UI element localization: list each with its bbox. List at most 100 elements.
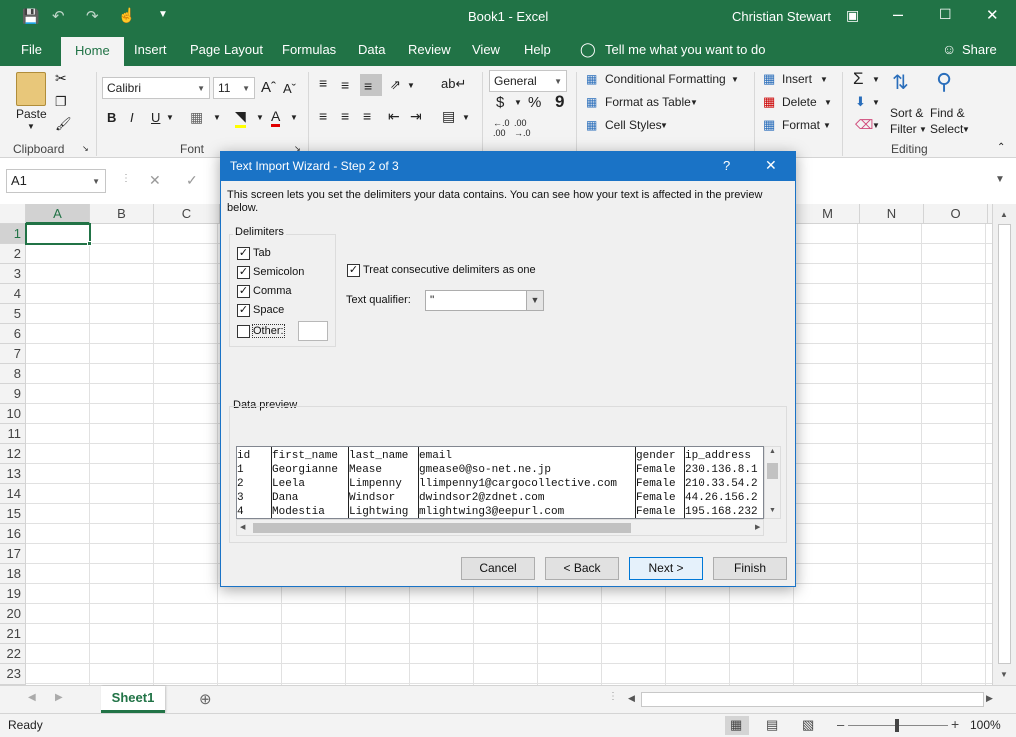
align-middle-icon[interactable]: ≡ [341,77,349,93]
row-header[interactable]: 14 [0,484,26,504]
bold-button[interactable]: B [107,110,116,125]
row-header[interactable]: 2 [0,244,26,264]
touch-mode-icon[interactable]: ☝ [118,7,135,24]
vertical-scroll-thumb[interactable] [998,224,1011,664]
decrease-decimal-icon[interactable]: .00 →.0 [514,118,531,138]
row-header[interactable]: 23 [0,664,26,685]
expand-formula-icon[interactable]: ▼ [995,174,1005,185]
merge-center-icon[interactable]: ▤ [442,108,455,125]
conditional-dropdown-icon[interactable]: ▼ [731,75,739,84]
share-button[interactable]: Share [962,42,997,57]
user-name[interactable]: Christian Stewart [732,9,831,24]
row-header[interactable]: 22 [0,644,26,664]
decrease-font-icon[interactable]: Aˇ [283,81,296,96]
autosum-dropdown-icon[interactable]: ▼ [872,75,880,84]
close-icon[interactable]: ✕ [986,6,999,24]
row-header[interactable]: 12 [0,444,26,464]
format-dropdown-icon[interactable]: ▼ [823,121,831,130]
row-header[interactable]: 6 [0,324,26,344]
sheet-prev-icon[interactable]: ◀ [28,692,36,703]
comma-checkbox[interactable]: ✓ [237,285,250,298]
preview-column[interactable]: gender Female Female Female Female [636,447,685,518]
copy-icon[interactable]: ❐ [55,94,67,110]
minimize-icon[interactable]: – [893,4,903,25]
format-painter-icon[interactable]: 🖌 [55,116,72,132]
column-header-b[interactable]: B [90,204,154,224]
tab-file[interactable]: File [21,42,42,57]
conditional-formatting-button[interactable]: Conditional Formatting [605,72,726,86]
row-header[interactable]: 4 [0,284,26,304]
semicolon-checkbox-label[interactable]: Semicolon [253,266,304,278]
orientation-dropdown-icon[interactable]: ▼ [407,81,415,90]
tab-review[interactable]: Review [408,42,451,57]
next-button[interactable]: Next > [629,557,703,580]
preview-horizontal-scrollbar[interactable]: ◀ ▶ [236,519,764,536]
number-format-combo[interactable]: General ▼ [489,70,567,92]
increase-indent-icon[interactable]: ⇥ [410,108,422,125]
fill-dropdown-icon-2[interactable]: ▼ [872,98,880,107]
italic-button[interactable]: I [130,110,134,125]
row-header[interactable]: 10 [0,404,26,424]
cancel-button[interactable]: Cancel [461,557,535,580]
hscroll-split-icon[interactable]: ⋮ [608,691,618,702]
normal-view-icon[interactable]: ▦ [730,717,742,733]
font-color-icon[interactable]: A [271,108,281,127]
text-qualifier-select[interactable]: " ▼ [425,290,544,311]
tab-page-layout[interactable]: Page Layout [190,42,263,57]
row-header[interactable]: 17 [0,544,26,564]
tab-checkbox[interactable]: ✓ [237,247,250,260]
dialog-help-button[interactable]: ? [723,158,730,173]
font-color-dropdown-icon[interactable]: ▼ [290,113,298,122]
row-header[interactable]: 3 [0,264,26,284]
ribbon-display-icon[interactable]: ▣ [846,7,859,24]
row-header[interactable]: 13 [0,464,26,484]
column-header-c[interactable]: C [154,204,220,224]
finish-button[interactable]: Finish [713,557,787,580]
back-button[interactable]: < Back [545,557,619,580]
name-box[interactable]: A1 ▼ [6,169,106,193]
decrease-indent-icon[interactable]: ⇤ [388,108,400,125]
sheet-next-icon[interactable]: ▶ [55,692,63,703]
other-checkbox[interactable] [237,325,250,338]
comma-checkbox-label[interactable]: Comma [253,285,292,297]
data-preview-table[interactable]: id 1 2 3 4 first_name Georgianne Leela D… [236,446,764,519]
page-break-view-icon[interactable]: ▧ [802,717,814,733]
currency-button[interactable]: $ [496,94,504,111]
format-table-dropdown-icon[interactable]: ▼ [690,98,698,107]
chevron-down-icon[interactable]: ▼ [526,291,543,310]
row-header[interactable]: 16 [0,524,26,544]
consecutive-delimiters-label[interactable]: Treat consecutive delimiters as one [363,264,536,276]
preview-scroll-left-icon[interactable]: ◀ [240,523,245,531]
tab-checkbox-label[interactable]: Tab [253,247,271,259]
vertical-scrollbar[interactable]: ▲ ▼ [992,204,1016,685]
increase-font-icon[interactable]: Aˆ [261,79,276,96]
font-size-combo[interactable]: 11 ▼ [213,77,255,99]
align-center-icon[interactable]: ≡ [341,108,349,124]
preview-scroll-right-icon[interactable]: ▶ [755,523,760,531]
find-select-label-2[interactable]: Select [930,122,963,136]
paste-icon[interactable] [16,72,46,106]
underline-dropdown-icon[interactable]: ▼ [166,113,174,122]
column-header-n[interactable]: N [860,204,924,224]
row-header[interactable]: 5 [0,304,26,324]
align-right-icon[interactable]: ≡ [363,108,371,124]
horizontal-scroll-thumb[interactable] [641,692,984,707]
column-header-a[interactable]: A [26,204,90,224]
clipboard-launcher-icon[interactable]: ↘ [82,144,89,153]
paste-button[interactable]: Paste [16,107,47,121]
scroll-up-icon[interactable]: ▲ [1000,210,1008,219]
currency-dropdown-icon[interactable]: ▼ [514,98,522,107]
percent-button[interactable]: % [528,94,541,111]
row-header[interactable]: 7 [0,344,26,364]
clear-dropdown-icon[interactable]: ▼ [872,121,880,130]
tab-data[interactable]: Data [358,42,385,57]
semicolon-checkbox[interactable]: ✓ [237,266,250,279]
fill-handle[interactable] [87,241,92,246]
zoom-in-icon[interactable]: + [951,716,959,732]
paste-dropdown-icon[interactable]: ▼ [27,122,35,131]
collapse-ribbon-icon[interactable]: ⌃ [997,142,1005,153]
borders-icon[interactable]: ▦ [190,109,203,126]
column-header-o[interactable]: O [924,204,988,224]
tab-insert[interactable]: Insert [134,42,167,57]
row-header[interactable]: 18 [0,564,26,584]
